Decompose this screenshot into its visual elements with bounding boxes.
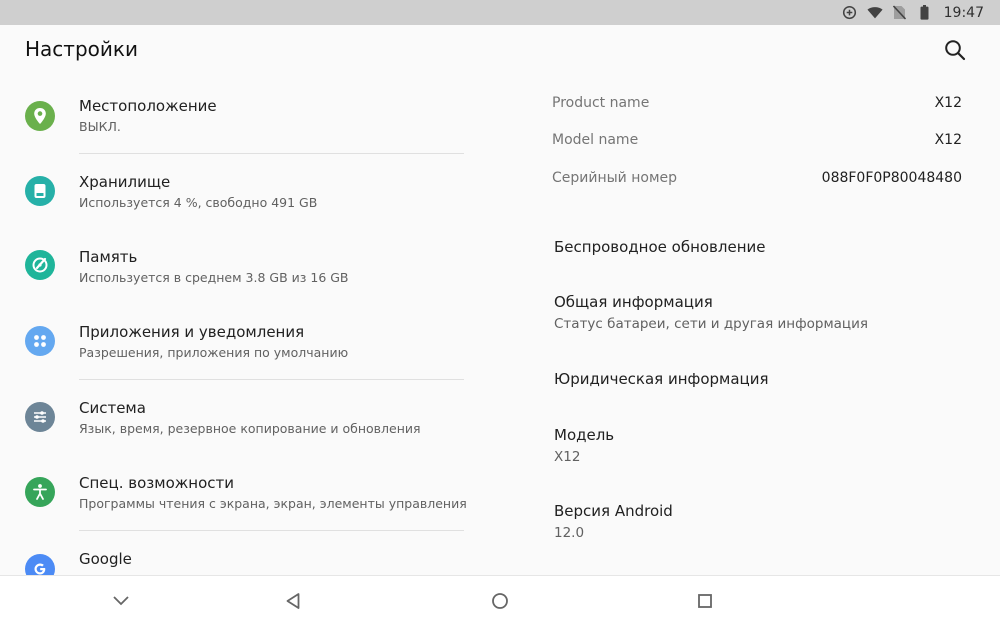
settings-item-title: Google — [79, 550, 132, 568]
location-icon — [25, 101, 55, 131]
settings-list[interactable]: Местоположение ВЫКЛ. Хранилище Используе… — [0, 75, 475, 575]
android-version-item[interactable]: Версия Android 12.0 — [475, 490, 1000, 560]
model-name-label: Model name — [552, 132, 639, 148]
settings-item-title: Приложения и уведомления — [79, 323, 305, 341]
about-device-pane[interactable]: Product name X12 Model name X12 Серийный… — [475, 75, 1000, 575]
settings-item-location[interactable]: Местоположение ВЫКЛ. — [0, 79, 475, 155]
product-name-label: Product name — [552, 95, 650, 111]
pref-subtitle: 12.0 — [554, 525, 585, 541]
model-item[interactable]: Модель X12 — [475, 415, 1000, 485]
clock: 19:47 — [943, 4, 984, 21]
serial-number-value: 088F0F0P80048480 — [821, 170, 962, 186]
legal-info-item[interactable]: Юридическая информация — [475, 355, 1000, 415]
storage-icon — [25, 176, 55, 206]
settings-item-subtitle: Язык, время, резервное копирование и обн… — [79, 421, 421, 436]
hide-keyboard-icon — [113, 596, 129, 606]
settings-item-subtitle: Используется в среднем 3.8 GB из 16 GB — [79, 270, 349, 285]
settings-item-title: Спец. возможности — [79, 474, 234, 492]
google-icon — [25, 554, 55, 575]
general-info-item[interactable]: Общая информация Статус батареи, сети и … — [475, 280, 1000, 350]
page-title: Настройки — [25, 37, 138, 61]
hide-keyboard-button[interactable] — [108, 588, 134, 614]
settings-item-storage[interactable]: Хранилище Используется 4 %, свободно 491… — [0, 155, 475, 231]
navigation-bar — [0, 575, 1000, 625]
settings-item-subtitle: Программы чтения с экрана, экран, элемен… — [79, 496, 467, 511]
settings-item-system[interactable]: Система Язык, время, резервное копирован… — [0, 381, 475, 457]
app-bar: Настройки — [0, 25, 1000, 75]
pref-subtitle: X12 — [554, 449, 581, 465]
status-icons: 19:47 — [842, 0, 984, 25]
pref-title: Общая информация — [554, 293, 713, 311]
settings-item-subtitle: Используется 4 %, свободно 491 GB — [79, 195, 318, 210]
recents-button[interactable] — [692, 588, 718, 614]
ota-update-item[interactable]: Беспроводное обновление — [475, 215, 1000, 275]
settings-item-subtitle: Разрешения, приложения по умолчанию — [79, 345, 349, 360]
settings-item-subtitle: ВЫКЛ. — [79, 119, 121, 134]
settings-item-title: Хранилище — [79, 173, 171, 191]
data-saver-icon — [842, 5, 858, 21]
pref-title: Модель — [554, 426, 615, 444]
home-button[interactable] — [487, 588, 513, 614]
search-icon — [945, 40, 966, 61]
pref-title: Беспроводное обновление — [554, 238, 766, 256]
settings-item-title: Местоположение — [79, 97, 217, 115]
search-button[interactable] — [940, 35, 970, 65]
divider — [79, 153, 464, 154]
settings-item-google[interactable]: Google — [0, 532, 475, 575]
system-icon — [25, 402, 55, 432]
recents-icon — [698, 594, 712, 608]
product-name-value: X12 — [934, 95, 962, 111]
accessibility-icon — [25, 477, 55, 507]
divider — [79, 530, 464, 531]
wifi-icon — [867, 5, 883, 21]
divider — [79, 379, 464, 380]
status-bar: 19:47 — [0, 0, 1000, 25]
settings-item-memory[interactable]: Память Используется в среднем 3.8 GB из … — [0, 230, 475, 306]
no-sim-icon — [892, 5, 908, 21]
pref-title: Версия Android — [554, 502, 673, 520]
settings-item-apps[interactable]: Приложения и уведомления Разрешения, при… — [0, 305, 475, 381]
settings-item-accessibility[interactable]: Спец. возможности Программы чтения с экр… — [0, 456, 475, 532]
home-icon — [492, 593, 508, 609]
apps-icon — [25, 326, 55, 356]
back-button[interactable] — [280, 588, 306, 614]
model-name-value: X12 — [934, 132, 962, 148]
pref-subtitle: Статус батареи, сети и другая информация — [554, 316, 869, 332]
battery-icon — [917, 5, 933, 21]
memory-icon — [25, 250, 55, 280]
settings-item-title: Память — [79, 248, 138, 266]
pref-title: Юридическая информация — [554, 370, 769, 388]
settings-item-title: Система — [79, 399, 146, 417]
back-icon — [286, 593, 300, 609]
serial-number-label: Серийный номер — [552, 170, 678, 186]
